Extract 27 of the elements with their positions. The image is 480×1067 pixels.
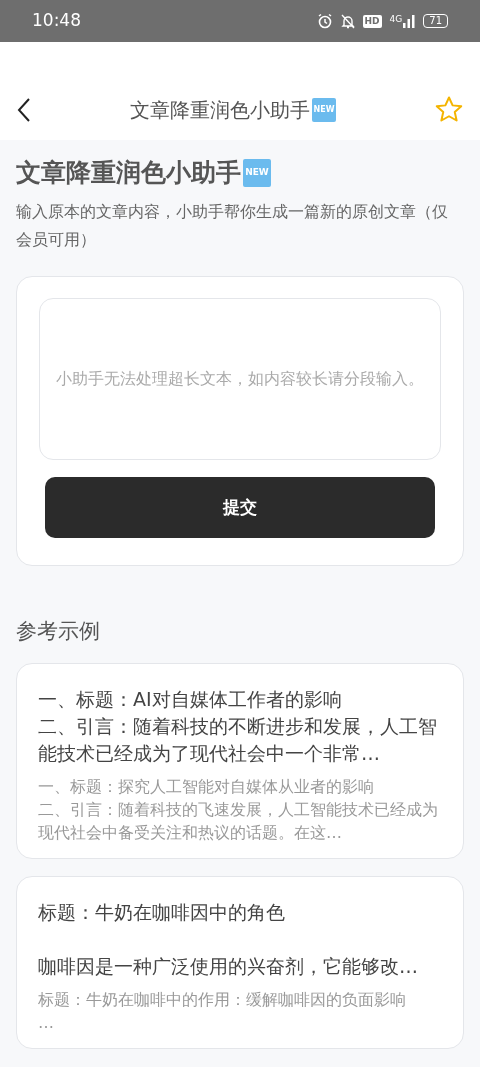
example-output-text: … — [38, 1012, 55, 1034]
example-card[interactable]: 一、标题：AI对自媒体工作者的影响 二、引言：随着科技的不断进步和发展，人工智能技术已经成为了现代社会中一个非常… 一、标题：探究人工智能对自媒体从业者的影响 二、引言：随着科技的飞速发展，人工智能技术已经成为现代社会中备受关注和热议的话题。在这… — [16, 663, 464, 859]
heading: 文章降重润色小助手 — [16, 157, 241, 189]
network-label: 4G — [389, 14, 403, 24]
example-input-text: 二、引言：随着科技的不断进步和发展，人工智能技术已经成为了现代社会中一个非常… — [38, 714, 438, 766]
example-input-text: 咖啡因是一种广泛使用的兴奋剂，它能够改… — [38, 954, 419, 979]
bell-muted-icon — [340, 13, 355, 29]
example-output-text: 二、引言：随着科技的飞速发展，人工智能技术已经成为现代社会中备受关注和热议的话题。在这… — [38, 799, 439, 844]
signal-icon — [403, 14, 416, 28]
hd-badge: HD — [362, 14, 382, 28]
submit-button[interactable]: 提交 — [45, 477, 435, 538]
example-input-text: 标题：牛奶在咖啡因中的角色 — [38, 900, 286, 925]
new-badge: NEW — [243, 159, 271, 187]
section-title: 参考示例 — [16, 618, 101, 645]
example-input-text: 一、标题：AI对自媒体工作者的影响 — [38, 687, 343, 712]
new-badge: NEW — [312, 98, 336, 122]
alarm-icon — [316, 13, 333, 29]
example-output-text: 一、标题：探究人工智能对自媒体从业者的影响 — [38, 776, 375, 798]
page-title: 文章降重润色小助手 — [130, 97, 310, 124]
description: 输入原本的文章内容，小助手帮你生成一篇新的原创文章（仅会员可用） — [16, 201, 449, 251]
status-time: 10:48 — [32, 9, 81, 33]
example-output-text: 标题：牛奶在咖啡中的作用：缓解咖啡因的负面影响 — [38, 989, 407, 1011]
battery-indicator: 71 — [423, 14, 448, 28]
back-icon[interactable] — [16, 97, 32, 123]
example-card[interactable]: 标题：牛奶在咖啡因中的角色 咖啡因是一种广泛使用的兴奋剂，它能够改… 标题：牛奶在咖啡中的作用：缓解咖啡因的负面影响 … — [16, 876, 464, 1049]
star-icon[interactable] — [434, 95, 464, 125]
placeholder-text: 小助手无法处理超长文本，如内容较长请分段输入。 — [56, 368, 424, 390]
